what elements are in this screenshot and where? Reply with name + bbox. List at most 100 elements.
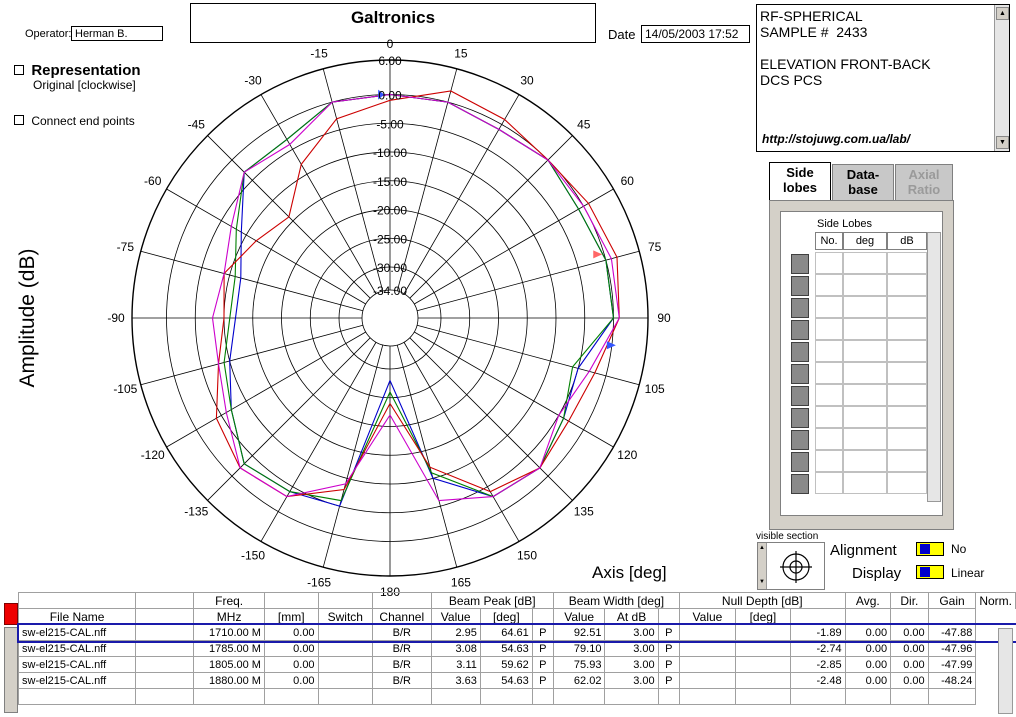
side-lobes-cell[interactable] xyxy=(887,340,927,362)
row-selector-bar[interactable] xyxy=(4,627,18,713)
table-cell[interactable]: 0.00 xyxy=(263,624,319,641)
table-cell[interactable] xyxy=(679,656,736,673)
table-cell[interactable] xyxy=(263,688,319,705)
info-box[interactable]: RF-SPHERICAL SAMPLE # 2433 ELEVATION FRO… xyxy=(756,4,1010,152)
side-lobes-cell[interactable] xyxy=(815,406,843,428)
info-scrollbar[interactable]: ▲ ▼ xyxy=(994,5,1009,151)
side-lobes-cell[interactable] xyxy=(843,340,887,362)
table-cell[interactable]: sw-el215-CAL.nff xyxy=(17,656,137,673)
table-cell[interactable]: 59.62 xyxy=(479,656,533,673)
table-cell[interactable] xyxy=(734,640,791,657)
table-cell[interactable]: -2.74 xyxy=(789,640,846,657)
side-lobes-cell[interactable] xyxy=(843,252,887,274)
table-cell[interactable]: 3.00 xyxy=(604,672,659,689)
table-cell[interactable]: 79.10 xyxy=(552,640,606,657)
side-lobes-row-selector[interactable] xyxy=(791,276,809,296)
table-cell[interactable]: 0.00 xyxy=(890,624,929,641)
table-cell[interactable]: 0.00 xyxy=(890,656,929,673)
table-cell[interactable]: 0.00 xyxy=(844,672,892,689)
table-cell[interactable] xyxy=(604,688,659,705)
table-cell[interactable]: 92.51 xyxy=(552,624,606,641)
table-cell[interactable] xyxy=(430,688,481,705)
side-lobes-cell[interactable] xyxy=(843,472,887,494)
table-cell[interactable]: -1.89 xyxy=(789,624,846,641)
table-cell[interactable] xyxy=(17,688,137,705)
alignment-toggle[interactable] xyxy=(916,542,944,556)
table-cell[interactable]: 1805.00 M xyxy=(193,656,265,673)
table-cell[interactable] xyxy=(135,688,195,705)
scroll-down-icon[interactable]: ▼ xyxy=(996,136,1009,149)
table-cell[interactable]: 0.00 xyxy=(263,640,319,657)
table-cell[interactable]: 0.00 xyxy=(890,672,929,689)
table-cell[interactable]: P xyxy=(531,624,554,641)
side-lobes-cell[interactable] xyxy=(815,472,843,494)
table-cell[interactable]: 0.00 xyxy=(844,624,892,641)
table-cell[interactable] xyxy=(135,672,195,689)
table-cell[interactable]: 3.00 xyxy=(604,656,659,673)
side-lobes-cell[interactable] xyxy=(887,274,927,296)
side-lobes-row-selector[interactable] xyxy=(791,452,809,472)
table-row[interactable] xyxy=(17,688,1016,705)
table-scrollbar[interactable] xyxy=(998,628,1013,714)
tab-axial-ratio[interactable]: Axial Ratio xyxy=(895,164,953,200)
record-indicator[interactable] xyxy=(4,603,18,625)
table-cell[interactable] xyxy=(844,688,892,705)
side-lobes-row-selector[interactable] xyxy=(791,320,809,340)
tab-side-lobes[interactable]: Side lobes xyxy=(769,162,831,202)
table-cell[interactable]: -48.24 xyxy=(927,672,977,689)
table-cell[interactable]: P xyxy=(657,640,681,657)
table-cell[interactable]: 54.63 xyxy=(479,672,533,689)
table-cell[interactable] xyxy=(890,688,929,705)
visible-section-spinner[interactable]: ▲ ▼ xyxy=(758,543,767,589)
table-cell[interactable] xyxy=(193,688,265,705)
table-cell[interactable] xyxy=(531,688,554,705)
table-cell[interactable] xyxy=(657,688,681,705)
table-cell[interactable]: P xyxy=(531,640,554,657)
table-cell[interactable]: 64.61 xyxy=(479,624,533,641)
table-cell[interactable]: 62.02 xyxy=(552,672,606,689)
tab-database[interactable]: Data- base xyxy=(832,164,894,200)
table-cell[interactable] xyxy=(927,688,977,705)
table-cell[interactable]: P xyxy=(531,672,554,689)
table-cell[interactable]: 1710.00 M xyxy=(193,624,265,641)
table-cell[interactable]: 3.00 xyxy=(604,624,659,641)
table-cell[interactable]: 0.00 xyxy=(844,640,892,657)
side-lobes-cell[interactable] xyxy=(843,318,887,340)
side-lobes-cell[interactable] xyxy=(887,450,927,472)
table-cell[interactable]: 75.93 xyxy=(552,656,606,673)
table-cell[interactable]: sw-el215-CAL.nff xyxy=(17,640,137,657)
side-lobes-scrollbar[interactable] xyxy=(927,232,941,502)
table-cell[interactable] xyxy=(479,688,533,705)
table-cell[interactable] xyxy=(734,656,791,673)
table-cell[interactable] xyxy=(135,624,195,641)
table-cell[interactable] xyxy=(372,688,432,705)
side-lobes-cell[interactable] xyxy=(887,428,927,450)
table-cell[interactable]: 1785.00 M xyxy=(193,640,265,657)
side-lobes-row-selector[interactable] xyxy=(791,254,809,274)
table-cell[interactable]: P xyxy=(657,656,681,673)
table-cell[interactable]: sw-el215-CAL.nff xyxy=(17,672,137,689)
table-cell[interactable]: 1880.00 M xyxy=(193,672,265,689)
side-lobes-cell[interactable] xyxy=(843,406,887,428)
table-cell[interactable]: B/R xyxy=(372,656,432,673)
display-toggle[interactable] xyxy=(916,565,944,579)
table-cell[interactable]: sw-el215-CAL.nff xyxy=(17,624,137,641)
table-cell[interactable] xyxy=(734,672,791,689)
side-lobes-cell[interactable] xyxy=(887,296,927,318)
table-cell[interactable]: -2.48 xyxy=(789,672,846,689)
table-row[interactable]: sw-el215-CAL.nff 1710.00 M 0.00 B/R 2.95 64.6… xyxy=(16,622,1016,643)
table-cell[interactable] xyxy=(789,688,846,705)
table-cell[interactable] xyxy=(135,656,195,673)
side-lobes-cell[interactable] xyxy=(815,340,843,362)
table-cell[interactable]: 0.00 xyxy=(844,656,892,673)
side-lobes-row-selector[interactable] xyxy=(791,364,809,384)
side-lobes-cell[interactable] xyxy=(843,384,887,406)
side-lobes-cell[interactable] xyxy=(887,318,927,340)
side-lobes-cell[interactable] xyxy=(843,274,887,296)
table-cell[interactable] xyxy=(552,688,606,705)
side-lobes-cell[interactable] xyxy=(887,362,927,384)
side-lobes-cell[interactable] xyxy=(843,428,887,450)
side-lobes-cell[interactable] xyxy=(815,296,843,318)
side-lobes-cell[interactable] xyxy=(887,384,927,406)
table-cell[interactable] xyxy=(317,624,374,641)
